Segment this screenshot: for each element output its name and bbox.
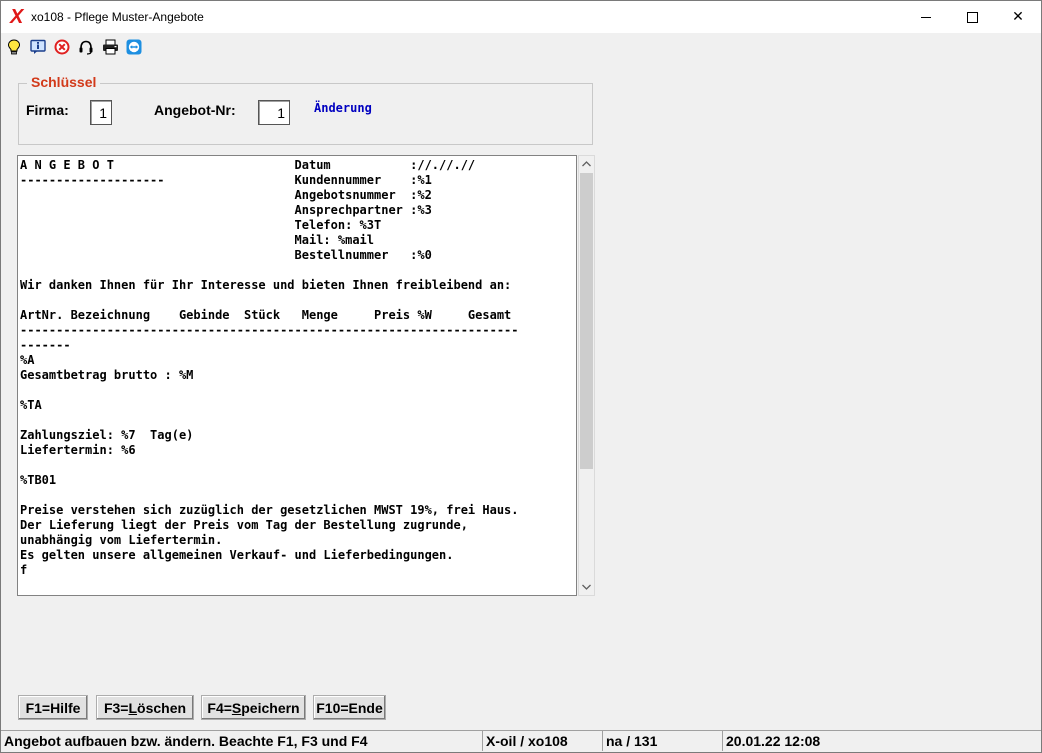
- offer-template-editor[interactable]: A N G E B O T Datum :/​/.//.// ---------…: [17, 155, 577, 596]
- toolbar: [1, 35, 1041, 61]
- delete-button[interactable]: F3= Löschen: [96, 695, 194, 720]
- lightbulb-icon[interactable]: [5, 38, 23, 56]
- teamviewer-icon[interactable]: [125, 38, 143, 56]
- print-icon[interactable]: [101, 38, 119, 56]
- info-icon[interactable]: [29, 38, 47, 56]
- save-button-prefix: F4=: [207, 699, 232, 716]
- firma-label: Firma:: [26, 102, 69, 118]
- save-button[interactable]: F4= Speichern: [201, 695, 306, 720]
- status-datetime: 20.01.22 12:08: [722, 730, 1041, 751]
- window-title: xo108 - Pflege Muster-Angebote: [31, 10, 204, 24]
- save-button-accesskey: S: [231, 699, 242, 716]
- mode-indicator: Änderung: [314, 101, 372, 115]
- app-logo-icon: X: [10, 6, 24, 28]
- status-user: na / 131: [602, 730, 722, 751]
- application-window: X xo108 - Pflege Muster-Angebote ✕ Schlü…: [0, 0, 1042, 753]
- delete-button-prefix: F3=: [103, 699, 129, 716]
- minimize-icon: [921, 16, 931, 18]
- scroll-up-arrow-icon[interactable]: [579, 156, 594, 172]
- close-icon: ✕: [1012, 9, 1024, 25]
- status-program: X-oil / xo108: [482, 730, 602, 751]
- minimize-button[interactable]: [903, 1, 949, 33]
- status-bar: Angebot aufbauen bzw. ändern. Beachte F1…: [1, 729, 1041, 752]
- status-message: Angebot aufbauen bzw. ändern. Beachte F1…: [1, 730, 482, 751]
- close-button[interactable]: ✕: [995, 1, 1041, 33]
- angebot-nr-label: Angebot-Nr:: [154, 102, 236, 118]
- scroll-down-arrow-icon[interactable]: [579, 579, 594, 595]
- key-group-legend: Schlüssel: [27, 74, 101, 90]
- maximize-button[interactable]: [949, 1, 995, 33]
- maximize-icon: [966, 11, 978, 23]
- firma-field[interactable]: 1: [90, 100, 112, 125]
- editor-scrollbar[interactable]: [578, 155, 595, 596]
- help-button-label: F1=Hilfe: [25, 699, 81, 716]
- headset-icon[interactable]: [77, 38, 95, 56]
- cancel-icon[interactable]: [53, 38, 71, 56]
- title-bar: X xo108 - Pflege Muster-Angebote ✕: [1, 1, 1041, 33]
- help-button[interactable]: F1=Hilfe: [18, 695, 88, 720]
- end-button-label: F10=Ende: [316, 699, 383, 716]
- save-button-rest: peichern: [241, 699, 300, 716]
- scroll-thumb[interactable]: [580, 173, 593, 469]
- end-button[interactable]: F10=Ende: [313, 695, 386, 720]
- delete-button-accesskey: L: [128, 699, 138, 716]
- offer-template-text[interactable]: A N G E B O T Datum :/​/.//.// ---------…: [20, 158, 519, 578]
- angebot-nr-field[interactable]: 1: [258, 100, 290, 125]
- delete-button-rest: öschen: [137, 699, 187, 716]
